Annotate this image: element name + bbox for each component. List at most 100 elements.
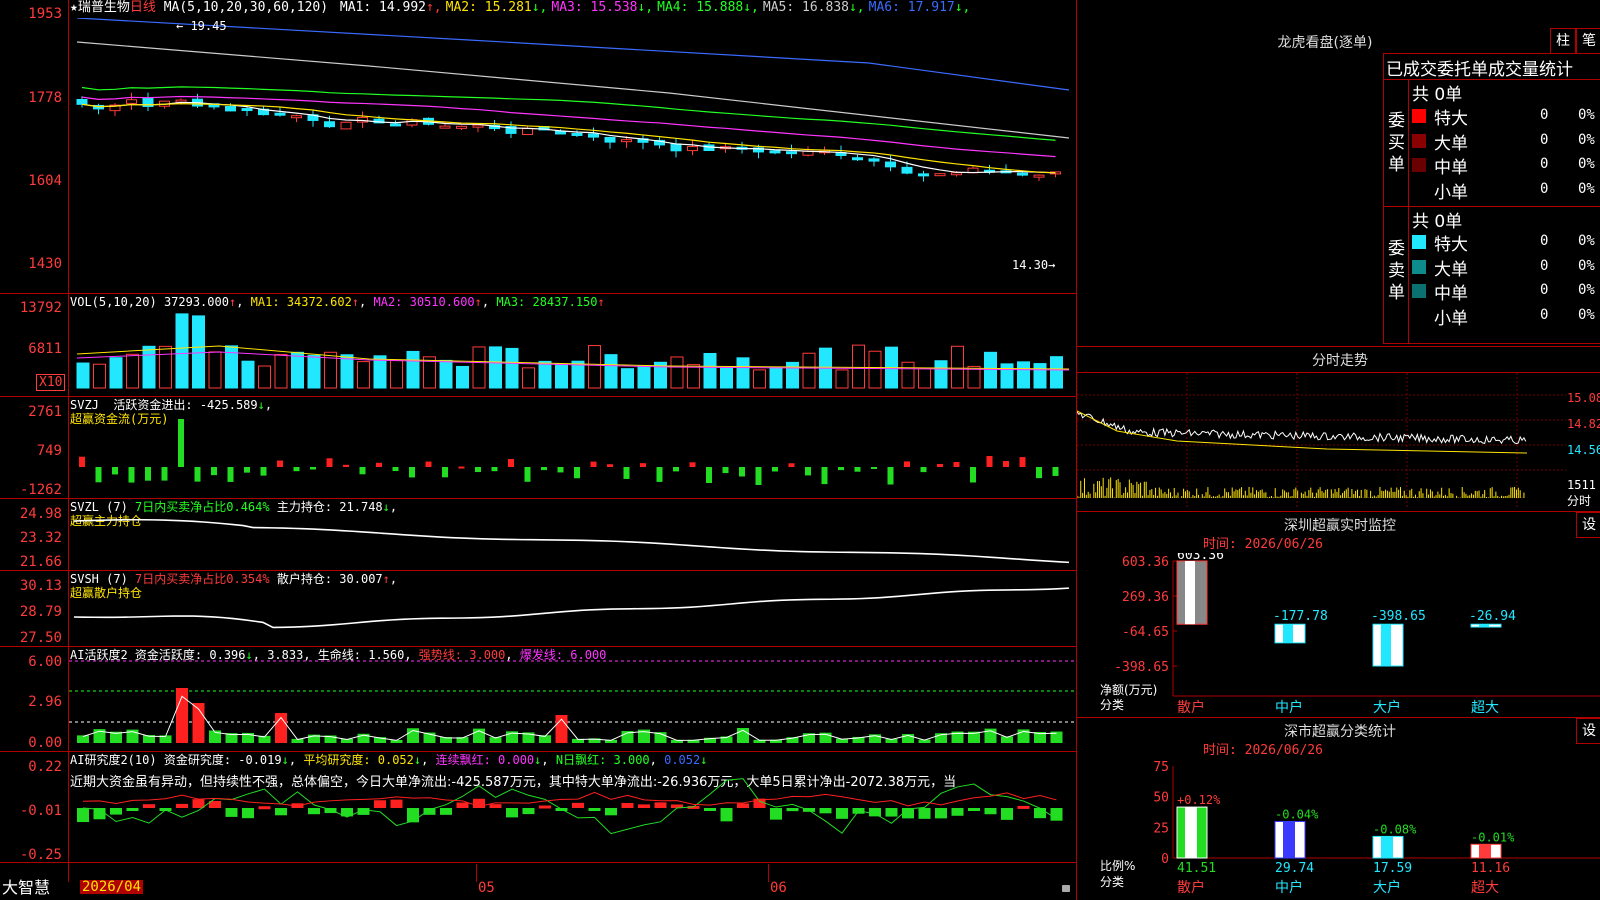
- candle-body: [390, 123, 401, 127]
- ai2-bar: [588, 808, 601, 811]
- vol-unit-badge: X10: [36, 374, 66, 391]
- vol-bar: [687, 364, 700, 389]
- vol-bar: [720, 367, 733, 389]
- classstat-axis-label: 25: [1153, 821, 1169, 836]
- vol-bar: [357, 361, 370, 389]
- svzj-bar: [161, 467, 168, 481]
- vol-bar: [1033, 363, 1047, 389]
- intraday-chart[interactable]: [1077, 373, 1566, 509]
- date-first: 2026/04: [80, 879, 144, 895]
- vol-bar: [901, 361, 915, 389]
- ai-activity-chart[interactable]: [69, 647, 1075, 750]
- ai2-bar: [506, 808, 518, 818]
- vol-bar: [637, 365, 651, 389]
- logo: 大智慧: [2, 878, 51, 897]
- monitor-value-label: 603.36: [1177, 553, 1224, 563]
- svzj-bar: [854, 467, 861, 472]
- classstat-bar-3: [1470, 843, 1502, 859]
- svzj-bar: [838, 467, 844, 471]
- divider-bottom: [0, 862, 1076, 863]
- ai2-bar: [819, 808, 832, 814]
- vol-bar: [307, 354, 321, 389]
- monitor-value-label: -398.65: [1371, 609, 1426, 624]
- monitor-bar-2: [1372, 623, 1404, 667]
- ai2-bar: [522, 808, 535, 815]
- ai2-green-line: [82, 778, 1057, 835]
- period-label[interactable]: 日线: [130, 0, 156, 15]
- volume-chart[interactable]: [69, 294, 1075, 395]
- bar-view-button[interactable]: 柱: [1550, 28, 1576, 54]
- ma-value-3: MA3: 15.538↓,: [551, 0, 654, 15]
- monitor-axis-label: 269.36: [1122, 590, 1169, 605]
- lock-icon[interactable]: [1062, 885, 1070, 892]
- candle-body: [604, 136, 616, 143]
- tick-view-button[interactable]: 笔: [1576, 28, 1600, 54]
- candle-body: [1033, 174, 1045, 178]
- monitor-cat-label: 超大: [1471, 700, 1499, 713]
- vol-bar: [340, 354, 354, 389]
- vol-bar: [703, 352, 717, 389]
- svzj-flow-chart[interactable]: [69, 397, 1075, 497]
- classstat-time: 时间: 2026/06/26: [1203, 743, 1323, 758]
- ai2-bar: [489, 804, 502, 808]
- ai2-bar: [390, 799, 403, 808]
- ma-value-5: MA5: 16.838↓,: [762, 0, 865, 15]
- vol-bar: [670, 356, 684, 389]
- svzj-bar: [475, 467, 481, 473]
- star-icon[interactable]: ★: [70, 0, 78, 15]
- monitor-settings-button[interactable]: 设: [1576, 512, 1600, 538]
- svzj-bar: [937, 463, 943, 467]
- ai1-line: [82, 695, 1057, 741]
- svzj-bar: [689, 462, 696, 467]
- svzj-bar: [326, 458, 333, 467]
- classstat-cat-label: 大户: [1373, 879, 1401, 896]
- ai2-bar: [423, 808, 436, 815]
- svsh-line: [73, 587, 1070, 629]
- svzl-axis-2: 21.66: [19, 554, 62, 570]
- monitor-axis-label: 603.36: [1122, 555, 1169, 570]
- ai2-red-line: [82, 791, 1057, 807]
- svzj-bar: [508, 459, 514, 467]
- classstat-bar-chart[interactable]: 75 50 25 0 +0.12% 41.51 散户 -0.04% 29.74 中户 -0.08% 1…: [1077, 758, 1600, 900]
- classstat-settings-button[interactable]: 设: [1576, 718, 1600, 744]
- svzj-bar: [392, 467, 399, 472]
- svsh-line-chart[interactable]: [69, 571, 1075, 645]
- vol-bar: [291, 351, 304, 389]
- monitor-xlabel: 分类: [1100, 698, 1125, 712]
- svzj-bar: [425, 461, 432, 467]
- candlestick-chart[interactable]: [69, 18, 1075, 292]
- sell-swatch-2: [1412, 284, 1426, 298]
- candle-body: [571, 132, 583, 136]
- vol-bar: [588, 345, 601, 389]
- vol-bar: [126, 353, 139, 389]
- candle-body: [291, 115, 302, 119]
- svsh-axis-2: 27.50: [19, 630, 62, 646]
- candle-body: [555, 130, 566, 135]
- classstat-bar-2: [1372, 835, 1404, 859]
- candle-body: [439, 125, 451, 129]
- svzj-bar: [277, 460, 283, 467]
- classstat-change-label: -0.08%: [1373, 822, 1417, 836]
- svzj-bar: [805, 467, 811, 476]
- svzl-line-chart[interactable]: [69, 499, 1075, 569]
- ai-research-chart[interactable]: [69, 752, 1075, 862]
- ai2-bar: [836, 808, 848, 819]
- svzj-bar: [359, 467, 366, 475]
- ai2-bar: [176, 803, 188, 808]
- ma-line: [81, 103, 1056, 174]
- vol-bar: [555, 363, 568, 389]
- vol-bar: [505, 347, 519, 389]
- vol-bar: [109, 357, 123, 389]
- candle-body: [934, 173, 946, 177]
- vol-bar: [753, 369, 766, 389]
- vol-bar: [274, 354, 288, 389]
- fenshi-title: 分时走势: [1312, 353, 1368, 369]
- vol-bar: [456, 365, 469, 389]
- vol-bar: [736, 357, 750, 389]
- svzj-bar: [260, 467, 267, 476]
- candle-body: [126, 99, 137, 104]
- ma-value-1: MA1: 14.992↑,: [339, 0, 442, 15]
- ai2-bar: [126, 808, 139, 811]
- svzj-bar: [1052, 467, 1059, 476]
- order-pct: 0%: [1578, 180, 1595, 197]
